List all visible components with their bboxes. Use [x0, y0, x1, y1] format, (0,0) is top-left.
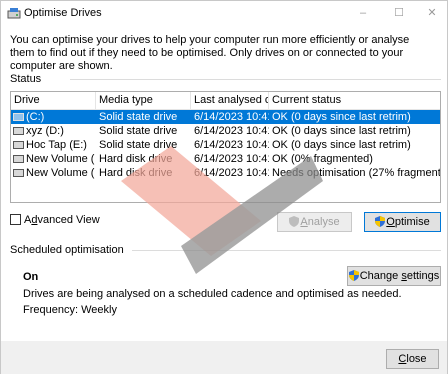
drive-row-f[interactable]: New Volume (F:) Hard disk drive 6/14/202…	[11, 152, 440, 166]
optimise-drives-window: Optimise Drives – ☐ ✕ You can optimise y…	[0, 0, 448, 374]
drive-row-c[interactable]: (C:) Solid state drive 6/14/2023 10:41 .…	[11, 110, 440, 124]
current-status-cell: OK (0 days since last retrim)	[272, 111, 411, 123]
current-status-cell: OK (0 days since last retrim)	[272, 139, 411, 151]
current-status-cell: OK (0% fragmented)	[272, 153, 373, 165]
drive-name-cell: Hoc Tap (E:)	[13, 138, 95, 152]
advanced-view-checkbox[interactable]	[10, 214, 21, 225]
last-analysed-cell: 6/14/2023 10:41 ...	[194, 153, 269, 165]
last-analysed-cell: 6/14/2023 10:41 ...	[194, 111, 269, 123]
drive-name: New Volume (G:)	[26, 167, 95, 179]
scheduled-divider	[132, 250, 441, 251]
optimise-drives-app-icon	[7, 8, 21, 19]
uac-shield-icon	[348, 270, 359, 281]
analyse-button[interactable]: Analyse	[277, 212, 352, 232]
drive-row-e[interactable]: Hoc Tap (E:) Solid state drive 6/14/2023…	[11, 138, 440, 152]
maximize-button[interactable]: ☐	[384, 4, 414, 22]
window-title: Optimise Drives	[24, 7, 102, 19]
last-analysed-cell: 6/14/2023 10:41 ...	[194, 167, 269, 179]
media-type-cell: Hard disk drive	[99, 167, 173, 179]
drives-list-header: Drive Media type Last analysed or ... Cu…	[11, 92, 440, 110]
dialog-footer	[1, 341, 447, 374]
media-type-cell: Solid state drive	[99, 139, 178, 151]
drive-name: (C:)	[26, 111, 45, 123]
status-divider	[70, 79, 441, 80]
close-window-button[interactable]: ✕	[417, 4, 447, 22]
status-section-label: Status	[10, 73, 42, 85]
schedule-frequency: Frequency: Weekly	[23, 304, 117, 316]
scheduled-section-label: Scheduled optimisation	[10, 244, 124, 256]
column-header-current-status[interactable]: Current status	[269, 92, 440, 109]
drives-list[interactable]: Drive Media type Last analysed or ... Cu…	[10, 91, 441, 203]
column-header-last-analysed[interactable]: Last analysed or ...	[191, 92, 269, 109]
last-analysed-cell: 6/14/2023 10:41 ...	[194, 125, 269, 137]
uac-shield-icon	[375, 216, 386, 227]
drive-name-cell: (C:)	[13, 110, 95, 124]
hard-drive-icon	[13, 113, 24, 121]
current-status-cell: OK (0 days since last retrim)	[272, 125, 411, 137]
drive-name: New Volume (F:)	[26, 153, 95, 165]
intro-text: You can optimise your drives to help you…	[10, 34, 410, 72]
schedule-description: Drives are being analysed on a scheduled…	[23, 288, 402, 300]
minimize-button[interactable]: –	[348, 4, 378, 22]
drive-name-cell: New Volume (G:)	[13, 166, 95, 180]
change-settings-button[interactable]: Change settings	[347, 266, 441, 286]
drive-name: xyz (D:)	[26, 125, 64, 137]
media-type-cell: Solid state drive	[99, 125, 178, 137]
advanced-view-label[interactable]: Advanced View	[24, 214, 100, 226]
drive-row-d[interactable]: xyz (D:) Solid state drive 6/14/2023 10:…	[11, 124, 440, 138]
current-status-cell: Needs optimisation (27% fragmented)	[272, 167, 440, 179]
hard-drive-icon	[13, 155, 24, 163]
uac-shield-icon	[289, 216, 300, 227]
hard-drive-icon	[13, 169, 24, 177]
media-type-cell: Hard disk drive	[99, 153, 173, 165]
column-header-drive[interactable]: Drive	[11, 92, 96, 109]
optimise-button[interactable]: Optimise	[364, 212, 441, 232]
title-bar: Optimise Drives – ☐ ✕	[1, 1, 447, 25]
close-button[interactable]: Close	[386, 349, 439, 369]
hard-drive-icon	[13, 127, 24, 135]
drive-row-g[interactable]: New Volume (G:) Hard disk drive 6/14/202…	[11, 166, 440, 180]
drive-name: Hoc Tap (E:)	[26, 139, 87, 151]
hard-drive-icon	[13, 141, 24, 149]
media-type-cell: Solid state drive	[99, 111, 178, 123]
schedule-state: On	[23, 271, 39, 283]
column-header-media-type[interactable]: Media type	[96, 92, 191, 109]
drive-name-cell: xyz (D:)	[13, 124, 95, 138]
last-analysed-cell: 6/14/2023 10:41 ...	[194, 139, 269, 151]
drive-name-cell: New Volume (F:)	[13, 152, 95, 166]
